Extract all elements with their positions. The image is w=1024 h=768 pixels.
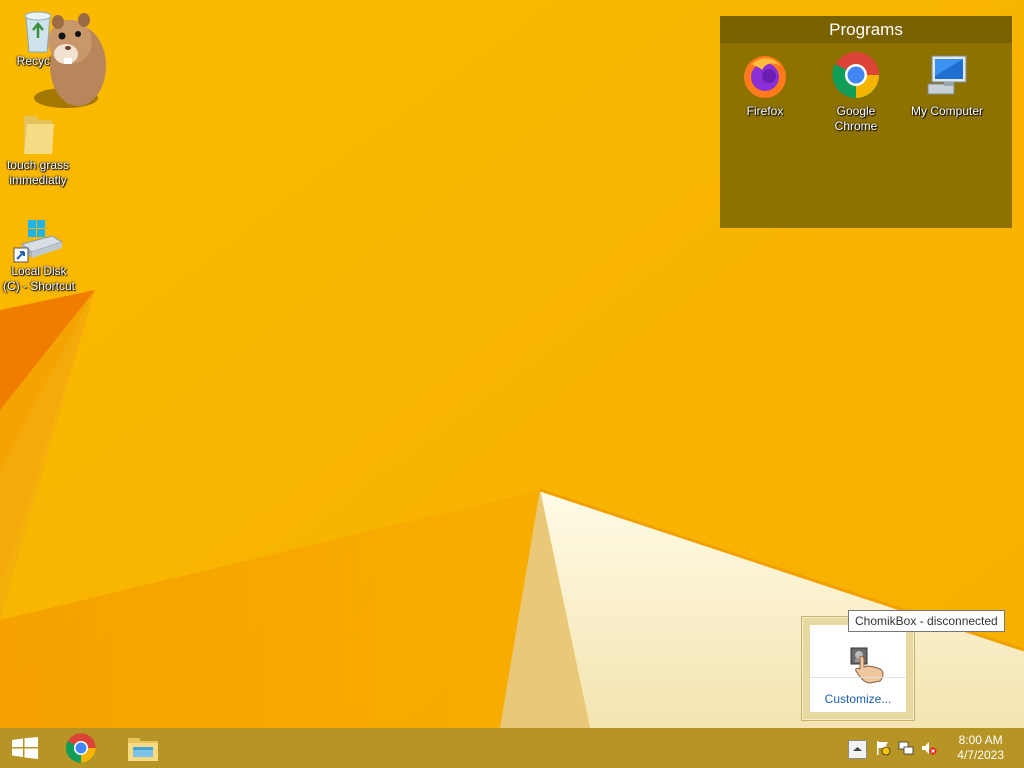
programs-panel-title: Programs (720, 16, 1012, 43)
program-label: Firefox (746, 104, 784, 118)
start-button[interactable] (0, 728, 58, 768)
program-my-computer[interactable]: My Computer (902, 50, 992, 119)
program-firefox[interactable]: Firefox (720, 50, 810, 119)
volume-muted-icon[interactable] (921, 740, 937, 756)
hamster-image (34, 13, 106, 108)
taskbar: 8:00 AM 4/7/2023 (0, 728, 1024, 768)
firefox-icon (744, 56, 786, 98)
network-icon[interactable] (898, 740, 914, 756)
chrome-icon (65, 733, 96, 763)
taskbar-chrome-button[interactable] (52, 728, 110, 768)
clock-time: 8:00 AM (958, 733, 1003, 747)
computer-icon (927, 55, 967, 95)
overflow-icons-area: Customize... (810, 625, 906, 712)
windows-logo-icon (12, 737, 38, 759)
file-explorer-icon (128, 738, 158, 761)
program-label: Google Chrome (834, 104, 878, 133)
clock-date: 4/7/2023 (957, 748, 1004, 762)
show-hidden-icons-button[interactable] (848, 740, 867, 759)
divider (810, 677, 906, 678)
action-center-flag-icon[interactable] (875, 740, 891, 756)
desktop-icon-label: touch grass immediatly (6, 158, 70, 187)
customize-link[interactable]: Customize... (810, 692, 906, 706)
program-google-chrome[interactable]: Google Chrome (811, 50, 901, 134)
desktop-icon-folder[interactable]: touch grass immediatly (0, 110, 76, 188)
programs-panel: Programs Firefox Google Chrome My Comput… (720, 16, 1012, 228)
system-clock[interactable]: 8:00 AM 4/7/2023 (957, 733, 1004, 763)
program-label: My Computer (910, 104, 984, 118)
tray-tooltip: ChomikBox - disconnected (848, 610, 1005, 632)
hard-drive-icon (13, 220, 64, 263)
folder-icon (24, 116, 54, 154)
chevron-up-icon (853, 747, 862, 751)
desktop-icon-label: Local Disk (C) - Shortcut (2, 264, 75, 293)
desktop-icon-local-disk-shortcut[interactable]: Local Disk (C) - Shortcut (0, 218, 76, 294)
chrome-icon (832, 52, 879, 99)
taskbar-file-explorer-button[interactable] (114, 728, 172, 768)
hand-cursor-icon (855, 655, 884, 684)
